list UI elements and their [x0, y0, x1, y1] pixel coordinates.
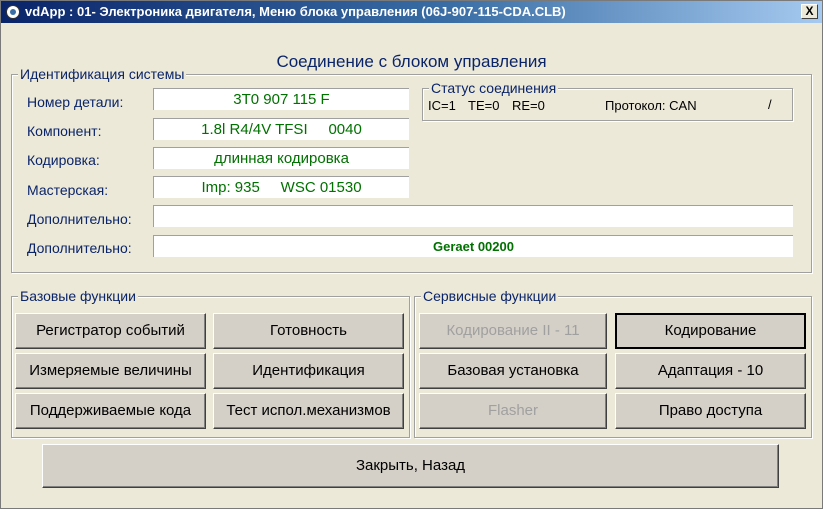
close-back-button[interactable]: Закрыть, Назад: [42, 444, 779, 488]
coding-ii-button: Кодирование II - 11: [419, 313, 607, 349]
title-bar: vdApp : 01- Электроника двигателя, Меню …: [1, 1, 822, 23]
app-icon: [6, 5, 20, 19]
protocol-status: Протокол: CAN: [605, 98, 697, 113]
basic-functions-legend: Базовые функции: [18, 288, 138, 304]
re-status: RE=0: [512, 98, 545, 113]
connection-status-legend: Статус соединения: [429, 80, 559, 96]
additional-label-2: Дополнительно:: [27, 240, 132, 256]
component-field: 1.8l R4/4V TFSI 0040: [153, 118, 409, 140]
window-title: vdApp : 01- Электроника двигателя, Меню …: [25, 4, 566, 19]
te-status: TE=0: [468, 98, 500, 113]
event-logger-button[interactable]: Регистратор событий: [15, 313, 206, 349]
readiness-button[interactable]: Готовность: [213, 313, 404, 349]
workshop-label: Мастерская:: [27, 182, 109, 198]
identification-legend: Идентификация системы: [18, 66, 187, 82]
coding-label: Кодировка:: [27, 152, 100, 168]
additional-field-2: Geraet 00200: [153, 235, 793, 257]
supported-codes-button[interactable]: Поддерживаемые кода: [15, 393, 206, 429]
coding-field: длинная кодировка: [153, 147, 409, 169]
status-extra: /: [768, 97, 772, 112]
access-rights-button[interactable]: Право доступа: [615, 393, 806, 429]
part-number-label: Номер детали:: [27, 94, 124, 110]
basic-settings-button[interactable]: Базовая установка: [419, 353, 607, 389]
adaptation-button[interactable]: Адаптация - 10: [615, 353, 806, 389]
additional-field-1: [153, 205, 793, 227]
component-label: Компонент:: [27, 123, 102, 139]
identification-button[interactable]: Идентификация: [213, 353, 404, 389]
additional-label-1: Дополнительно:: [27, 211, 132, 227]
main-window: vdApp : 01- Электроника двигателя, Меню …: [0, 0, 823, 509]
measured-values-button[interactable]: Измеряемые величины: [15, 353, 206, 389]
part-number-field: 3T0 907 115 F: [153, 88, 409, 110]
ic-status: IC=1: [428, 98, 456, 113]
service-functions-legend: Сервисные функции: [421, 288, 559, 304]
actuator-test-button[interactable]: Тест испол.механизмов: [213, 393, 404, 429]
coding-button[interactable]: Кодирование: [615, 313, 806, 349]
flasher-button: Flasher: [419, 393, 607, 429]
workshop-field: Imp: 935 WSC 01530: [153, 176, 409, 198]
close-window-button[interactable]: X: [801, 4, 818, 19]
